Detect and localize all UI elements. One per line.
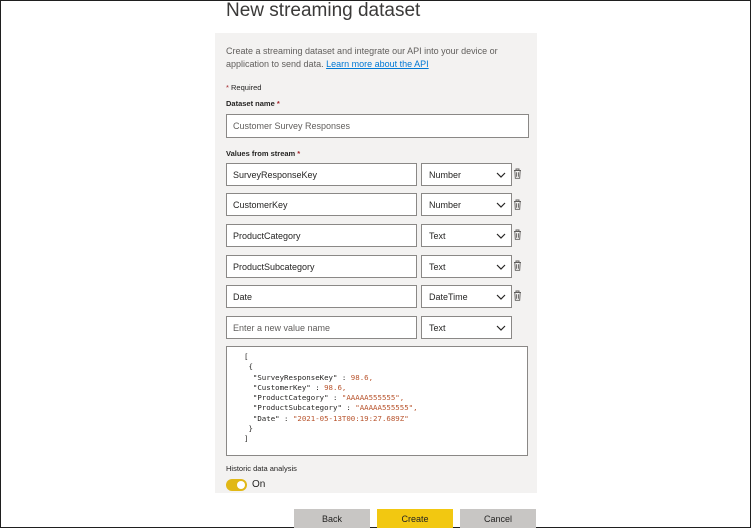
dataset-name-input[interactable]: Customer Survey Responses: [226, 114, 529, 138]
json-open-bracket: [: [244, 352, 249, 361]
json-open-brace: {: [248, 362, 253, 372]
toggle-knob: [237, 481, 245, 489]
dialog-title: New streaming dataset: [226, 0, 421, 21]
learn-more-link[interactable]: Learn more about the API: [326, 59, 429, 69]
field-type-value: Text: [429, 261, 446, 272]
chevron-down-icon: [496, 294, 506, 300]
field-type-value: Text: [429, 230, 446, 241]
delete-icon[interactable]: [513, 260, 522, 271]
toggle-state-label: On: [252, 479, 266, 490]
dialog-description: Create a streaming dataset and integrate…: [226, 46, 498, 69]
delete-icon[interactable]: [513, 199, 522, 210]
field-type-select[interactable]: Text: [421, 224, 512, 247]
historic-data-toggle[interactable]: [226, 479, 247, 491]
chevron-down-icon: [496, 233, 506, 239]
field-name-input[interactable]: ProductSubcategory: [226, 255, 417, 278]
field-type-value: Text: [429, 322, 446, 333]
delete-icon[interactable]: [513, 168, 522, 179]
dataset-name-label: Dataset name *: [226, 99, 280, 108]
field-type-value: Number: [429, 199, 462, 210]
json-close-bracket: ]: [244, 434, 249, 444]
field-name-input[interactable]: SurveyResponseKey: [226, 163, 417, 186]
field-type-select[interactable]: Number: [421, 163, 512, 186]
cancel-button[interactable]: Cancel: [460, 509, 536, 528]
field-name-input[interactable]: Date: [226, 285, 417, 308]
values-from-stream-label: Values from stream *: [226, 149, 301, 158]
chevron-down-icon: [496, 264, 506, 270]
json-close-brace: }: [248, 424, 253, 434]
chevron-down-icon: [496, 202, 506, 208]
field-type-select[interactable]: Text: [421, 255, 512, 278]
delete-icon[interactable]: [513, 229, 522, 240]
required-note: * Required: [226, 83, 262, 92]
field-name-input[interactable]: CustomerKey: [226, 193, 417, 216]
chevron-down-icon: [496, 325, 506, 331]
field-type-value: DateTime: [429, 291, 468, 302]
field-type-select[interactable]: DateTime: [421, 285, 512, 308]
dialog-panel: Create a streaming dataset and integrate…: [215, 33, 537, 493]
field-name-input[interactable]: ProductCategory: [226, 224, 417, 247]
new-value-name-input[interactable]: Enter a new value name: [226, 316, 417, 339]
historic-data-label: Historic data analysis: [226, 464, 297, 473]
back-button[interactable]: Back: [294, 509, 370, 528]
field-type-value: Number: [429, 169, 462, 180]
field-type-select[interactable]: Number: [421, 193, 512, 216]
json-preview[interactable]: [ { "SurveyResponseKey" : 98.6, "Custome…: [226, 346, 528, 456]
new-value-type-select[interactable]: Text: [421, 316, 512, 339]
create-button[interactable]: Create: [377, 509, 453, 528]
chevron-down-icon: [496, 172, 506, 178]
delete-icon[interactable]: [513, 290, 522, 301]
required-asterisk: *: [226, 83, 229, 92]
